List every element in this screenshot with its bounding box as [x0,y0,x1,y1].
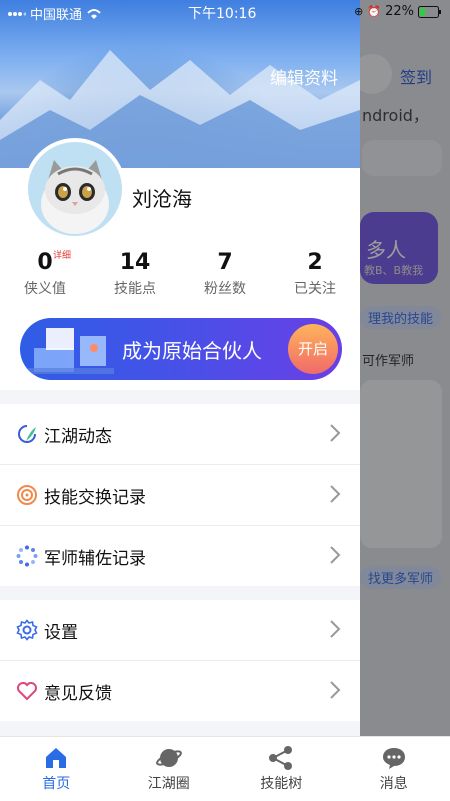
stat-label: 已关注 [270,278,360,298]
profile-drawer: 编辑资料 刘沧海 0 详细 侠义值 14 技能点 [0,0,360,736]
menu-label: 技能交换记录 [44,483,146,508]
avatar[interactable] [24,138,126,240]
target-icon [16,484,38,506]
menu-label: 设置 [44,618,78,643]
feed-leaf-icon [16,423,38,445]
partner-illustration-icon [24,318,124,380]
menu-label: 意见反馈 [44,679,112,704]
chevron-right-icon [328,679,342,701]
menu-group-activity: 江湖动态 技能交换记录 军师辅佐记录 [0,404,360,586]
stats-row: 0 详细 侠义值 14 技能点 7 粉丝数 2 已关注 [0,250,360,298]
stat-label: 侠义值 [0,278,90,298]
menu-label: 江湖动态 [44,422,112,447]
stat-fans[interactable]: 7 粉丝数 [180,250,270,298]
share-nodes-icon [268,745,294,771]
edit-profile-button[interactable]: 编辑资料 [270,64,338,89]
menu-group-settings: 设置 意见反馈 [0,600,360,721]
status-right: ⊕ ⏰ 22% [354,4,442,19]
tab-home[interactable]: 首页 [0,737,113,801]
menu-item-jianghu-feed[interactable]: 江湖动态 [0,404,360,465]
status-time: 下午10:16 [188,3,256,23]
partner-title: 成为原始合伙人 [122,335,262,364]
status-bar: 中国联通 下午10:16 ⊕ ⏰ 22% [0,0,450,24]
stat-value: 0 [0,250,90,276]
menu-item-strategist-record[interactable]: 军师辅佐记录 [0,526,360,586]
chevron-right-icon [328,422,342,444]
tab-label: 江湖圈 [113,773,226,793]
battery-icon [418,6,442,18]
status-left: 中国联通 [8,4,102,23]
cat-avatar-image [28,142,122,236]
tab-label: 技能树 [225,773,338,793]
tab-jianghu-circle[interactable]: 江湖圈 [113,737,226,801]
chevron-right-icon [328,483,342,505]
stat-label: 技能点 [90,278,180,298]
chevron-right-icon [328,618,342,640]
tab-messages[interactable]: 消息 [338,737,450,801]
open-button[interactable]: 开启 [288,324,338,374]
gear-icon [16,619,38,641]
wifi-icon [86,8,102,20]
stat-following[interactable]: 2 已关注 [270,250,360,298]
stat-label: 粉丝数 [180,278,270,298]
detail-badge[interactable]: 详细 [53,248,71,261]
stat-chivalry[interactable]: 0 详细 侠义值 [0,250,90,298]
tab-skill-tree[interactable]: 技能树 [225,737,338,801]
menu-item-feedback[interactable]: 意见反馈 [0,661,360,721]
tab-label: 首页 [0,773,113,793]
heart-icon [16,680,38,702]
chat-bubble-icon [381,745,407,771]
partner-banner[interactable]: 成为原始合伙人 开启 [20,318,342,380]
menu-item-settings[interactable]: 设置 [0,600,360,661]
planet-icon [156,745,182,771]
orientation-lock-icon: ⊕ [354,5,363,18]
menu-label: 军师辅佐记录 [44,544,146,569]
bottom-tab-bar: 首页 江湖圈 技能树 消息 [0,736,450,801]
stat-value: 14 [90,250,180,276]
tab-label: 消息 [338,773,450,793]
alarm-icon: ⏰ [367,5,381,18]
stat-skill-points[interactable]: 14 技能点 [90,250,180,298]
signal-icon [8,9,26,19]
battery-percent: 22% [385,4,414,19]
stat-value: 7 [180,250,270,276]
carrier-label: 中国联通 [30,4,82,23]
menu-item-skill-exchange[interactable]: 技能交换记录 [0,465,360,526]
username: 刘沧海 [132,183,192,212]
home-icon [43,745,69,771]
loading-dots-icon [16,545,38,567]
stat-value: 2 [270,250,360,276]
chevron-right-icon [328,544,342,566]
